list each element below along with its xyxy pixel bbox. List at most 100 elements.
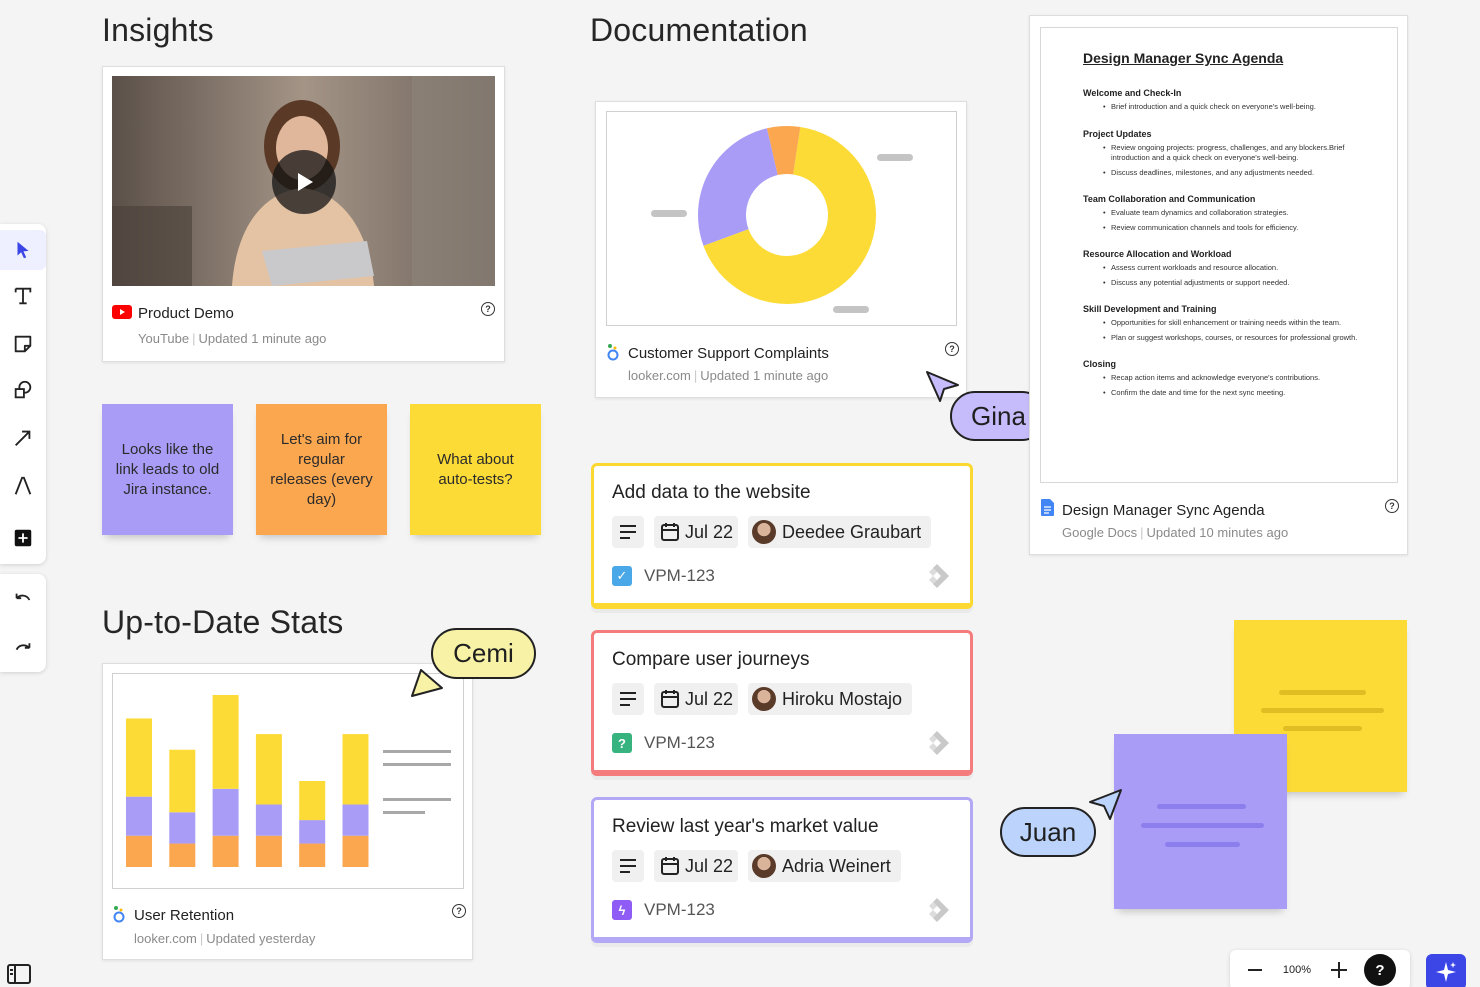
text-placeholder	[1141, 823, 1264, 828]
doc-section-heading: Closing	[1083, 359, 1116, 369]
undo-icon	[15, 593, 31, 601]
select-tool[interactable]	[0, 230, 46, 270]
ai-assistant-button[interactable]	[1426, 954, 1466, 987]
due-date: Jul 22	[685, 855, 734, 876]
zoom-out-button[interactable]	[1230, 962, 1280, 978]
doc-bullet: Brief introduction and a quick check on …	[1103, 102, 1377, 113]
sticky-note-icon	[14, 335, 32, 353]
left-toolbar	[0, 224, 46, 564]
help-icon[interactable]: ?	[1385, 499, 1399, 513]
due-date: Jul 22	[685, 688, 734, 709]
doc-bullet: Opportunities for skill enhancement or t…	[1103, 318, 1377, 329]
undo-button[interactable]	[0, 580, 46, 620]
cursor-pointer-icon	[411, 669, 443, 697]
ticket-link[interactable]: ? VPM-123	[612, 733, 715, 753]
help-icon[interactable]: ?	[481, 302, 495, 316]
task-title: Compare user journeys	[612, 649, 810, 670]
insights-heading: Insights	[102, 12, 214, 48]
text-placeholder	[1165, 842, 1240, 847]
assignee-name: Hiroku Mostajo	[782, 688, 903, 709]
legend-placeholder	[833, 306, 869, 313]
doc-bullet: Recap action items and acknowledge every…	[1103, 373, 1377, 384]
due-date-chip[interactable]: Jul 22	[654, 850, 738, 882]
calendar-icon	[661, 690, 679, 708]
description-button[interactable]	[612, 683, 644, 715]
bar-segment	[342, 835, 369, 867]
sticky-note[interactable]: Let's aim for regular releases (every da…	[256, 404, 387, 535]
arrow-icon	[15, 430, 31, 446]
sticky-note-tool[interactable]	[0, 324, 46, 364]
assignee-chip[interactable]: Deedee Graubart	[748, 516, 932, 548]
task-title: Review last year's market value	[612, 816, 879, 837]
doc-heading: Design Manager Sync Agenda	[1083, 50, 1284, 66]
collaborator-label-cemi: Cemi	[431, 628, 536, 679]
doc-bullet: Plan or suggest workshops, courses, or r…	[1103, 333, 1377, 344]
ticket-id: VPM-123	[644, 900, 715, 919]
bar-segment	[126, 796, 152, 836]
doc-meta: Google Docs | Updated 10 minutes ago	[1062, 525, 1289, 540]
bar-chart	[126, 695, 451, 867]
help-icon[interactable]: ?	[452, 904, 466, 918]
calendar-icon	[661, 523, 679, 541]
help-button[interactable]: ?	[1364, 954, 1396, 986]
jira-icon	[929, 898, 949, 922]
doc-title: Design Manager Sync Agenda	[1062, 502, 1265, 519]
bar-segment	[126, 835, 152, 867]
pen-tool[interactable]	[0, 466, 46, 506]
bar-segment	[169, 749, 196, 813]
text-tool[interactable]	[0, 276, 46, 316]
assignee-chip[interactable]: Adria Weinert	[748, 850, 901, 882]
bar-segment	[299, 781, 326, 821]
calendar-icon	[661, 857, 679, 875]
sticky-note-placeholder[interactable]	[1114, 734, 1287, 909]
bar-segment	[126, 718, 152, 797]
zoom-in-button[interactable]	[1314, 961, 1364, 979]
cursor-pointer-icon	[926, 371, 959, 402]
bar-segment	[169, 843, 196, 867]
bar-segment	[212, 695, 239, 789]
doc-bullet: Confirm the date and time for the next s…	[1103, 388, 1377, 399]
due-date-chip[interactable]: Jul 22	[654, 516, 738, 548]
redo-button[interactable]	[0, 626, 46, 666]
help-icon[interactable]: ?	[945, 342, 959, 356]
video-title: Product Demo	[138, 305, 234, 322]
text-placeholder	[1157, 804, 1246, 809]
task-card[interactable]: Add data to the website Jul 22 Deedee Grau…	[591, 463, 973, 609]
description-icon	[620, 859, 636, 873]
sidebar-panel-icon[interactable]	[6, 962, 34, 986]
looker-icon	[113, 906, 125, 923]
doc-preview: Design Manager Sync Agenda Welcome and C…	[1040, 27, 1398, 483]
ticket-link[interactable]: ✓ VPM-123	[612, 566, 715, 586]
sticky-note[interactable]: Looks like the link leads to old Jira in…	[102, 404, 233, 535]
doc-bullet: Review ongoing projects: progress, chall…	[1103, 143, 1377, 164]
description-button[interactable]	[612, 516, 644, 548]
description-button[interactable]	[612, 850, 644, 882]
donut-chart-preview	[606, 111, 957, 326]
shapes-icon	[14, 380, 32, 399]
zoom-level[interactable]: 100%	[1280, 964, 1314, 976]
stats-heading: Up-to-Date Stats	[102, 604, 344, 640]
ticket-link[interactable]: ϟ VPM-123	[612, 900, 715, 920]
connector-tool[interactable]	[0, 418, 46, 458]
plus-square-icon	[14, 529, 32, 547]
task-card[interactable]: Review last year's market value Jul 22 Adr…	[591, 797, 973, 943]
assignee-chip[interactable]: Hiroku Mostajo	[748, 683, 913, 715]
support-meta: looker.com | Updated 1 minute ago	[628, 368, 829, 383]
doc-bullet: Assess current workloads and resource al…	[1103, 263, 1377, 274]
retention-updated: Updated yesterday	[206, 931, 316, 946]
sticky-note[interactable]: What about auto-tests?	[410, 404, 541, 535]
jira-icon	[929, 564, 949, 588]
play-button[interactable]	[272, 150, 336, 214]
more-tools[interactable]	[0, 518, 46, 558]
bar-segment	[255, 734, 282, 805]
retention-source: looker.com	[134, 931, 197, 946]
shapes-tool[interactable]	[0, 370, 46, 410]
bar-segment	[342, 804, 369, 836]
sparkle-icon	[1436, 962, 1456, 982]
avatar	[752, 854, 776, 878]
support-title: Customer Support Complaints	[628, 345, 829, 362]
due-date-chip[interactable]: Jul 22	[654, 683, 738, 715]
minus-icon	[1248, 969, 1262, 971]
cursor-pointer-icon	[1089, 789, 1122, 820]
task-card[interactable]: Compare user journeys Jul 22 Hiroku Mostaj…	[591, 630, 973, 776]
